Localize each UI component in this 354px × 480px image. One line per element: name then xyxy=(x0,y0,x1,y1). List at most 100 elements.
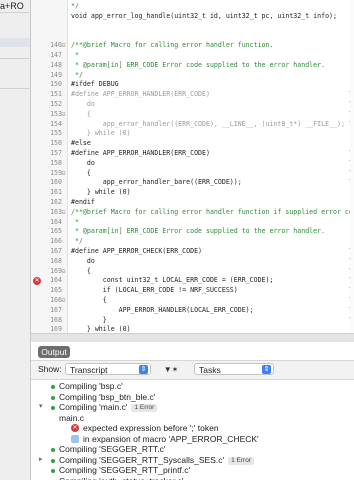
log-item[interactable]: ✕ expected expression before ';' token xyxy=(31,423,354,434)
code-text: do xyxy=(71,100,95,108)
transcript-select-value: Transcript xyxy=(70,365,108,375)
code-line[interactable]: 152 do\ xyxy=(31,100,354,110)
log-text: in expansion of macro 'APP_ERROR_CHECK' xyxy=(83,433,259,444)
code-text: #endif xyxy=(71,198,95,206)
log-item[interactable]: Compiling 'bsp.c' xyxy=(31,381,354,392)
code-line[interactable]: 165 if (LOCAL_ERR_CODE != NRF_SUCCESS)\ xyxy=(31,286,354,296)
code-line[interactable]: 169 } while (0) xyxy=(31,325,354,333)
code-line[interactable]: 158 do\ xyxy=(31,159,354,169)
chevron-updown-icon: ⇕ xyxy=(139,365,148,374)
tasks-select-value: Tasks xyxy=(199,365,221,375)
code-text: #define APP_ERROR_CHECK(ERR_CODE) xyxy=(71,247,203,255)
show-label: Show: xyxy=(38,364,62,374)
sidebar-divider xyxy=(0,58,30,59)
line-number: 154 xyxy=(50,119,62,128)
fold-toggle-icon[interactable]: ⊟ xyxy=(60,110,67,120)
code-line[interactable]: 166 */ xyxy=(31,237,354,247)
code-line[interactable]: 146 ⊟ /**@brief Macro for calling error ha… xyxy=(31,41,354,51)
code-text: app_error_handler_bare((ERR_CODE)); xyxy=(71,178,242,187)
code-line[interactable]: 161 } while (0) xyxy=(31,188,354,198)
code-line[interactable]: 149 */ xyxy=(31,71,354,81)
chevron-down-icon[interactable]: ▾ xyxy=(39,402,43,413)
code-text: #define APP_ERROR_HANDLER(ERR_CODE) xyxy=(71,149,210,157)
code-line[interactable]: */ xyxy=(31,2,354,12)
line-number: 167 xyxy=(50,247,62,255)
code-line[interactable]: 153⊟ {\ xyxy=(31,110,354,120)
code-text: { xyxy=(71,168,91,177)
log-item[interactable]: in expansion of macro 'APP_ERROR_CHECK' xyxy=(31,434,354,445)
tab-output[interactable]: Output xyxy=(38,346,70,358)
build-log[interactable]: Compiling 'bsp.c' Compiling 'bsp_btn_ble.… xyxy=(31,379,354,480)
code-line[interactable]: 156 #else xyxy=(31,139,354,149)
fold-toggle-icon[interactable]: ⊟ xyxy=(60,296,67,306)
log-item[interactable]: Compiling 'bsp_btn_ble.c' xyxy=(31,392,354,403)
fold-toggle-icon[interactable]: ⊟ xyxy=(60,169,67,179)
code-text: app_error_handler((ERR_CODE), __LINE__, … xyxy=(71,119,345,128)
fold-toggle-icon[interactable]: ⊟ xyxy=(60,208,67,218)
error-count-badge: 1 Error xyxy=(228,456,254,465)
code-text: { xyxy=(71,266,91,275)
output-toolbar: Show: Transcript ⇕ ▼✶ Tasks ⇕ xyxy=(31,360,354,380)
code-line[interactable]: 169⊟ {\ xyxy=(31,267,354,277)
code-line[interactable]: 150 #ifdef DEBUG xyxy=(31,80,354,90)
note-icon xyxy=(71,434,79,443)
code-line[interactable] xyxy=(31,31,354,41)
code-line[interactable]: 164 const uint32_t LOCAL_ERR_CODE = (ERR… xyxy=(31,276,354,286)
log-item[interactable]: Compiling 'SEGGER_RTT_printf.c' xyxy=(31,465,354,476)
code-text: } while (0) xyxy=(71,325,131,333)
log-text: Compiling 'auth_status_tracker.c' xyxy=(59,476,183,480)
code-line[interactable]: 162 #endif xyxy=(31,198,354,208)
code-line[interactable]: 167#define APP_ERROR_CHECK(ERR_CODE)\ xyxy=(31,247,354,257)
line-number: 164 xyxy=(50,217,62,226)
line-number: 166 xyxy=(50,237,62,246)
code-line[interactable]: 168 }\ xyxy=(31,316,354,326)
code-line[interactable]: 160 app_error_handler_bare((ERR_CODE));\ xyxy=(31,178,354,188)
line-number: 167 xyxy=(50,305,62,314)
line-number: 146 xyxy=(50,41,62,50)
code-line[interactable] xyxy=(31,22,354,32)
fold-toggle-icon[interactable]: ⊟ xyxy=(60,41,67,51)
code-text: #ifdef DEBUG xyxy=(71,80,119,89)
filter-icon: ▼✶ xyxy=(163,365,179,374)
line-number: 169 xyxy=(50,325,62,333)
chevron-right-icon[interactable]: ▸ xyxy=(39,455,43,466)
code-line[interactable]: 151#define APP_ERROR_HANDLER(ERR_CODE)\ xyxy=(31,90,354,100)
line-number: 161 xyxy=(50,188,62,197)
transcript-select[interactable]: Transcript ⇕ xyxy=(65,363,151,375)
fold-toggle-icon[interactable]: ⊟ xyxy=(60,267,67,277)
line-number: 157 xyxy=(50,149,62,157)
line-number: 168 xyxy=(50,256,62,265)
code-line[interactable]: 147 * xyxy=(31,51,354,61)
line-number: 159 xyxy=(50,168,62,177)
tasks-select[interactable]: Tasks ⇕ xyxy=(194,363,274,375)
log-item[interactable]: main.c xyxy=(31,413,354,424)
sidebar-selected-item[interactable] xyxy=(0,38,30,47)
code-line[interactable]: 167 APP_ERROR_HANDLER(LOCAL_ERR_CODE);\ xyxy=(31,306,354,316)
log-item[interactable]: ▸ Compiling 'SEGGER_RTT_Syscalls_SES.c' 1 … xyxy=(31,455,354,466)
code-line[interactable]: 164 * xyxy=(31,218,354,228)
editor-scrollbar[interactable] xyxy=(350,0,354,333)
code-line[interactable]: 157#define APP_ERROR_HANDLER(ERR_CODE)\ xyxy=(31,149,354,159)
code-line[interactable]: 154 app_error_handler((ERR_CODE), __LINE… xyxy=(31,120,354,130)
log-item[interactable]: Compiling 'SEGGER_RTT.c' xyxy=(31,444,354,455)
code-line[interactable]: 165 * @param[in] ERR_CODE Error code sup… xyxy=(31,227,354,237)
code-text: #define APP_ERROR_HANDLER(ERR_CODE) xyxy=(71,90,210,99)
code-line[interactable]: 148 * @param[in] ERR_CODE Error code sup… xyxy=(31,61,354,71)
log-item[interactable]: Compiling 'auth_status_tracker.c' xyxy=(31,476,354,480)
success-dot-icon xyxy=(51,406,55,410)
code-line[interactable]: 159⊟ {\ xyxy=(31,169,354,179)
code-line[interactable]: 168 do\ xyxy=(31,257,354,267)
line-number: 165 xyxy=(50,286,62,295)
code-line[interactable]: 163 ⊟ /**@brief Macro for calling error ha… xyxy=(31,208,354,218)
filter-errors-button[interactable]: ▼✶ xyxy=(160,363,182,376)
code-line[interactable]: 166⊟ {\ xyxy=(31,296,354,306)
error-icon: ✕ xyxy=(71,424,79,432)
log-item[interactable]: ▾ Compiling 'main.c' 1 Error xyxy=(31,402,354,413)
code-text: * xyxy=(71,51,79,59)
code-line[interactable]: 155 } while (0) xyxy=(31,129,354,139)
code-text: APP_ERROR_HANDLER(LOCAL_ERR_CODE); xyxy=(71,305,254,314)
code-editor[interactable]: */void app_error_log_handle(uint32_t id,… xyxy=(31,0,354,333)
code-text: /**@brief Macro for calling error handle… xyxy=(71,207,354,216)
code-line[interactable]: void app_error_log_handle(uint32_t id, u… xyxy=(31,12,354,22)
log-text: Compiling 'SEGGER_RTT_Syscalls_SES.c' xyxy=(59,454,225,465)
